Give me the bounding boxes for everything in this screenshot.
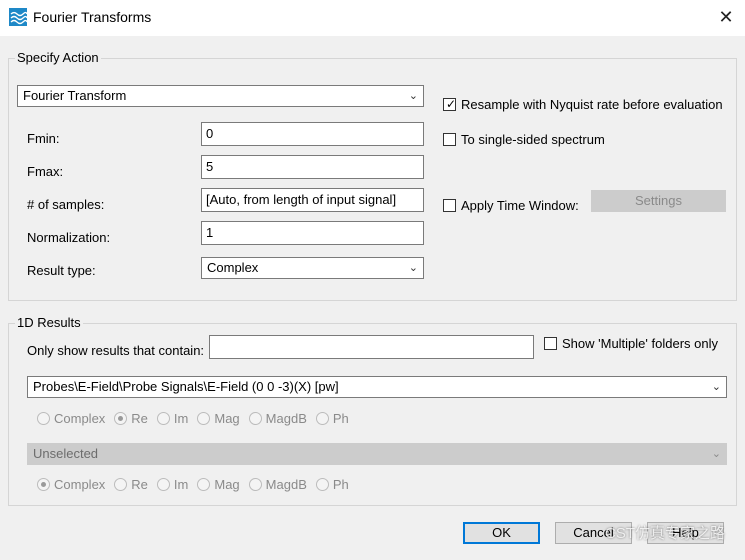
- results-title: 1D Results: [15, 315, 83, 330]
- single-sided-label: To single-sided spectrum: [461, 132, 605, 147]
- normalization-label: Normalization:: [27, 230, 111, 245]
- filter-input[interactable]: [209, 335, 534, 359]
- radio-dot: [37, 477, 50, 491]
- filter-label: Only show results that contain:: [27, 343, 205, 358]
- radio-label: MagdB: [265, 410, 307, 426]
- action-select-value: Fourier Transform: [23, 88, 127, 103]
- result-select-1[interactable]: Probes\E-Field\Probe Signals\E-Field (0 …: [27, 376, 727, 398]
- radio-group-1: Complex Re Im Mag MagdB Ph: [37, 409, 358, 427]
- radio-dot: [315, 477, 329, 491]
- chevron-down-icon: ⌄: [408, 262, 418, 274]
- radio-label: Ph: [332, 410, 349, 426]
- single-sided-checkbox[interactable]: [443, 133, 456, 146]
- radio-label: Re: [131, 476, 148, 492]
- settings-button[interactable]: Settings: [591, 190, 726, 212]
- multiple-folders-checkbox[interactable]: [544, 337, 557, 350]
- fmin-field[interactable]: 0: [201, 122, 424, 146]
- result-select-2[interactable]: Unselected ⌄: [27, 443, 727, 465]
- window-title: Fourier Transforms: [33, 9, 152, 25]
- radio-re-2[interactable]: Re: [114, 477, 148, 492]
- radio-label: Mag: [214, 410, 240, 426]
- fmax-label: Fmax:: [27, 164, 64, 179]
- specify-action-title: Specify Action: [15, 50, 101, 65]
- fourier-app-icon: [9, 8, 27, 26]
- radio-dot: [156, 477, 170, 491]
- apply-window-label: Apply Time Window:: [461, 198, 579, 213]
- chevron-down-icon: ⌄: [408, 90, 418, 102]
- radio-dot: [114, 411, 128, 425]
- radio-label: Re: [131, 410, 148, 426]
- radio-mag-1[interactable]: Mag: [197, 410, 240, 426]
- radio-magdb-1[interactable]: MagdB: [248, 410, 307, 426]
- result-select-2-value: Unselected: [33, 446, 99, 461]
- radio-label: Im: [173, 476, 189, 492]
- result-type-value: Complex: [207, 260, 259, 275]
- radio-dot: [156, 411, 170, 425]
- watermark-text: CST仿真专家之路: [604, 525, 725, 542]
- radio-group-2: Complex Re Im Mag MagdB Ph: [37, 475, 358, 493]
- radio-label: Complex: [54, 476, 106, 492]
- ok-button[interactable]: OK: [463, 522, 540, 544]
- normalization-field[interactable]: 1: [201, 221, 424, 245]
- radio-label: Im: [173, 410, 189, 426]
- resample-label: Resample with Nyquist rate before evalua…: [461, 97, 723, 112]
- radio-complex-1[interactable]: Complex: [37, 411, 105, 426]
- radio-ph-2[interactable]: Ph: [315, 476, 349, 492]
- chevron-down-icon: ⌄: [711, 448, 721, 460]
- radio-im-2[interactable]: Im: [156, 476, 189, 492]
- radio-dot: [197, 411, 211, 425]
- radio-label: Ph: [332, 476, 349, 492]
- multiple-folders-label: Show 'Multiple' folders only: [562, 336, 718, 351]
- samples-label: # of samples:: [27, 197, 105, 212]
- radio-dot: [114, 477, 128, 491]
- radio-dot: [197, 477, 211, 491]
- radio-label: Mag: [214, 476, 240, 492]
- radio-dot: [248, 477, 262, 491]
- radio-magdb-2[interactable]: MagdB: [248, 476, 307, 492]
- action-select[interactable]: Fourier Transform ⌄: [17, 85, 424, 107]
- radio-label: Complex: [54, 410, 106, 426]
- radio-dot: [37, 411, 50, 425]
- radio-re-1[interactable]: Re: [114, 411, 148, 426]
- fmin-label: Fmin:: [27, 131, 60, 146]
- apply-window-checkbox[interactable]: [443, 199, 456, 212]
- result-type-label: Result type:: [27, 263, 96, 278]
- checkmark-icon: ✓: [446, 97, 457, 111]
- resample-checkbox[interactable]: ✓: [443, 97, 457, 111]
- radio-im-1[interactable]: Im: [156, 410, 189, 426]
- radio-label: MagdB: [265, 476, 307, 492]
- radio-dot: [248, 411, 262, 425]
- result-type-select[interactable]: Complex ⌄: [201, 257, 424, 279]
- result-select-1-value: Probes\E-Field\Probe Signals\E-Field (0 …: [33, 379, 339, 394]
- radio-complex-2[interactable]: Complex: [37, 477, 105, 492]
- radio-ph-1[interactable]: Ph: [315, 410, 349, 426]
- chevron-down-icon: ⌄: [711, 381, 721, 393]
- radio-dot: [315, 411, 329, 425]
- close-icon[interactable]: ✕: [714, 5, 738, 29]
- radio-mag-2[interactable]: Mag: [197, 476, 240, 492]
- samples-field[interactable]: [Auto, from length of input signal]: [201, 188, 424, 212]
- fmax-field[interactable]: 5: [201, 155, 424, 179]
